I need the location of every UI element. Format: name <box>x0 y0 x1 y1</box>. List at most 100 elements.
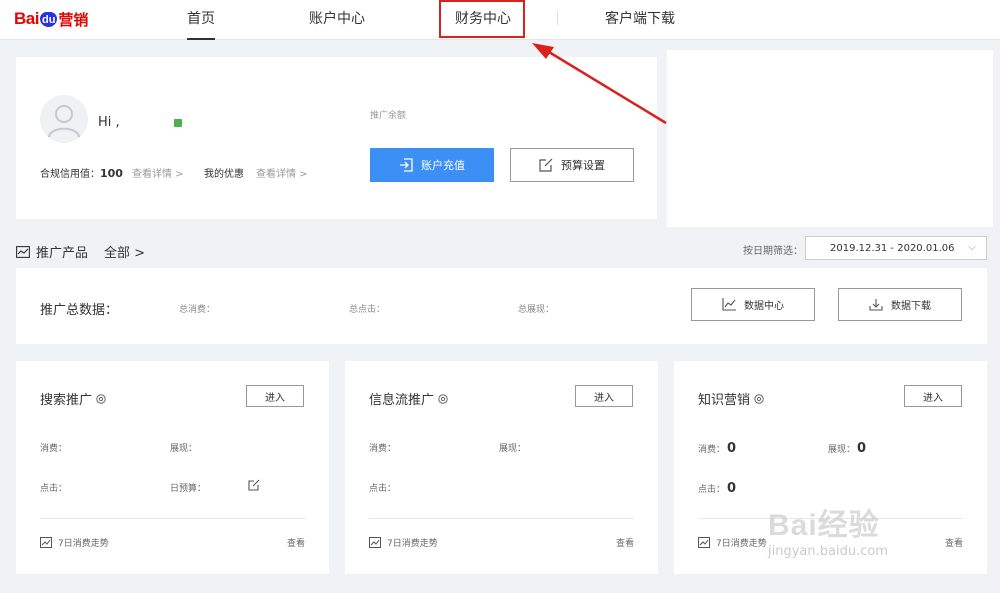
logo-text-bai: Bai <box>14 9 39 28</box>
metric-impressions: 展现： <box>170 441 197 454</box>
chevron-down-icon: ⌵ <box>968 242 976 253</box>
products-all-filter[interactable]: 全部 > <box>104 242 145 261</box>
metric-clicks-label: 点击： <box>698 485 726 495</box>
trend-toggle[interactable]: 7日消费走势 <box>40 536 109 549</box>
card-title-text: 知识营销 <box>698 393 751 408</box>
card-title-text: 信息流推广 <box>369 393 435 408</box>
gear-icon[interactable] <box>95 393 107 405</box>
trend-chart-icon <box>698 537 710 548</box>
metric-clicks-label: 点击： <box>369 484 397 494</box>
enter-button[interactable]: 进入 <box>246 385 304 407</box>
metric-spend: 消费： <box>40 441 67 454</box>
recharge-button-label: 账户充值 <box>421 159 465 172</box>
metric-spend-label: 消费： <box>40 444 68 454</box>
metric-impressions-label: 展现： <box>499 444 527 454</box>
watermark-sub-text: jingyan.baidu.com <box>768 544 888 559</box>
edit-icon[interactable] <box>248 479 260 491</box>
enter-button[interactable]: 进入 <box>904 385 962 407</box>
product-card-search: 搜索推广 进入 消费： 展现： 点击： 日预算： 7日消费走势 查看 <box>16 361 329 574</box>
metric-clicks: 点击： <box>40 481 67 494</box>
credit-score: 合规信用值：100 <box>40 165 123 180</box>
metric-clicks-label: 点击： <box>40 484 68 494</box>
data-center-button[interactable]: 数据中心 <box>691 288 815 321</box>
metric-spend: 消费： <box>369 441 396 454</box>
user-icon <box>48 105 80 138</box>
nav-divider <box>557 11 558 25</box>
metric-daily-budget: 日预算： <box>170 481 206 494</box>
total-spend-label: 总消费： <box>179 305 216 315</box>
trend-label: 7日消费走势 <box>387 539 438 549</box>
nav-account-center[interactable]: 账户中心 <box>309 8 365 40</box>
card-title-text: 搜索推广 <box>40 393 93 408</box>
discount-label: 我的优惠 <box>204 169 244 180</box>
metric-budget-label: 日预算： <box>170 484 207 494</box>
total-clicks-label: 总点击： <box>349 305 386 315</box>
logo-text-yingxiao: 营销 <box>58 10 89 29</box>
totals-panel: 推广总数据： 总消费： 总点击： 总展现： 数据中心 数据下载 <box>16 268 987 344</box>
total-impressions-label: 总展现： <box>518 305 555 315</box>
nav-home[interactable]: 首页 <box>187 8 215 40</box>
totals-title: 推广总数据： <box>40 303 119 318</box>
metric-spend-value: 0 <box>727 441 737 456</box>
login-icon <box>400 158 413 172</box>
trend-label: 7日消费走势 <box>716 539 767 549</box>
avatar[interactable] <box>40 95 88 143</box>
view-link[interactable]: 查看 <box>945 536 963 549</box>
line-chart-icon <box>722 298 736 311</box>
trend-chart-icon <box>16 245 30 258</box>
baidu-marketing-logo[interactable]: Bai du 营销 <box>14 6 88 32</box>
discount-detail-link[interactable]: 查看详情 > <box>256 165 308 180</box>
metric-impressions: 展现： 0 <box>828 441 866 456</box>
card-title: 搜索推广 <box>40 389 107 408</box>
metric-clicks: 点击： 0 <box>698 481 736 496</box>
credit-score-value: 100 <box>100 167 123 180</box>
trend-toggle[interactable]: 7日消费走势 <box>698 536 767 549</box>
balance-label: 推广余额 <box>370 111 407 121</box>
trend-label: 7日消费走势 <box>58 539 109 549</box>
metric-spend-label: 消费： <box>698 445 726 455</box>
date-filter-label: 按日期筛选： <box>743 246 803 257</box>
download-icon <box>869 299 883 311</box>
baidu-jingyan-watermark: Bai经验 jingyan.baidu.com <box>768 500 888 559</box>
date-range-value: 2019.12.31 - 2020.01.06 <box>830 242 955 254</box>
metric-impressions-label: 展现： <box>828 445 856 455</box>
metric-impressions-label: 展现： <box>170 444 198 454</box>
budget-settings-button[interactable]: 预算设置 <box>510 148 634 182</box>
recharge-button[interactable]: 账户充值 <box>370 148 494 182</box>
card-title: 信息流推广 <box>369 389 449 408</box>
divider <box>369 518 634 519</box>
data-center-label: 数据中心 <box>744 301 784 312</box>
card-title: 知识营销 <box>698 389 765 408</box>
data-download-label: 数据下载 <box>891 301 931 312</box>
credit-detail-link[interactable]: 查看详情 > <box>132 165 184 180</box>
greeting: Hi , <box>98 115 120 130</box>
side-panel <box>667 50 993 227</box>
metric-spend: 消费： 0 <box>698 441 736 456</box>
divider <box>40 518 305 519</box>
product-card-feed: 信息流推广 进入 消费： 展现： 点击： 7日消费走势 查看 <box>345 361 658 574</box>
trend-toggle[interactable]: 7日消费走势 <box>369 536 438 549</box>
credit-score-label: 合规信用值： <box>40 169 100 180</box>
gear-icon[interactable] <box>437 393 449 405</box>
trend-chart-icon <box>369 537 381 548</box>
products-title: 推广产品 <box>36 246 89 261</box>
metric-clicks: 点击： <box>369 481 396 494</box>
status-indicator <box>174 119 182 127</box>
view-link[interactable]: 查看 <box>287 536 305 549</box>
annotation-highlight-box <box>439 0 525 38</box>
annotation-arrow-icon <box>532 43 667 125</box>
gear-icon[interactable] <box>753 393 765 405</box>
view-link[interactable]: 查看 <box>616 536 634 549</box>
metric-impressions: 展现： <box>499 441 526 454</box>
logo-text-du: du <box>39 11 58 27</box>
watermark-main-text: Bai经验 <box>768 509 880 542</box>
products-header: 推广产品 全部 > <box>16 242 145 261</box>
metric-spend-label: 消费： <box>369 444 397 454</box>
enter-button[interactable]: 进入 <box>575 385 633 407</box>
metric-clicks-value: 0 <box>727 481 737 496</box>
date-range-select[interactable]: 2019.12.31 - 2020.01.06 ⌵ <box>805 236 987 260</box>
trend-chart-icon <box>40 537 52 548</box>
metric-impressions-value: 0 <box>857 441 867 456</box>
data-download-button[interactable]: 数据下载 <box>838 288 962 321</box>
budget-button-label: 预算设置 <box>561 159 605 172</box>
